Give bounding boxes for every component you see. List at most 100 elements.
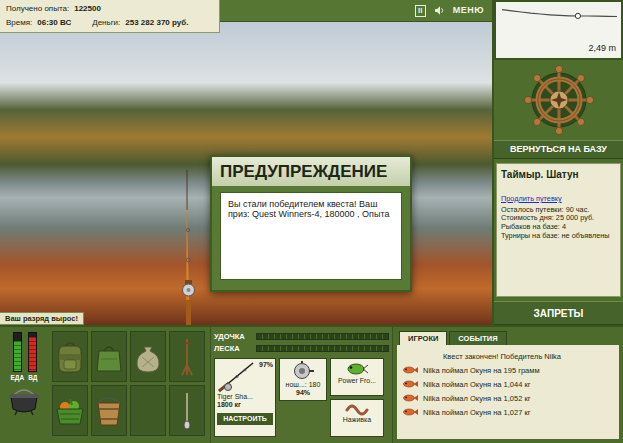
inventory-slot[interactable] [130, 385, 166, 436]
chat-tab[interactable]: СОБЫТИЯ [449, 331, 506, 345]
base-info: Таймыр. ШатунПродлить путевкуОсталось пу… [496, 163, 621, 297]
lure-name: Power Fro... [338, 377, 376, 385]
money-value: 253 282 370 руб. [125, 18, 188, 28]
inventory-slot[interactable] [91, 331, 127, 382]
chat-message: Nilka поймал Окуня на 1,044 кг [403, 377, 613, 391]
bag-icon[interactable] [94, 341, 124, 373]
rod-stand-icon[interactable] [172, 337, 202, 377]
rod-name: Tiger Sha... [217, 393, 273, 401]
bait-slot[interactable]: Наживка [330, 399, 384, 437]
experience-label: Получено опыта: [6, 4, 69, 14]
need-fill [29, 337, 36, 371]
reel-icon[interactable] [290, 361, 316, 381]
fish-icon [403, 380, 418, 388]
tension-label: ЛЕСКА [214, 344, 252, 353]
money-label: Деньги: [92, 18, 120, 28]
spinner-icon[interactable] [180, 391, 194, 431]
side-panel: 2,49 m ВЕРНУТЬСЯ НА БАЗУ Таймыр. ШатунПрод… [492, 0, 623, 325]
rod-wear: 97% [259, 361, 273, 369]
warning-dialog: ПРЕДУПРЕЖДЕНИЕ Вы стали победителем квест… [210, 155, 412, 292]
reel-wear: 94% [296, 389, 310, 397]
hud-experience-row: Получено опыта:122500 [6, 4, 213, 14]
depth-chart: 2,49 m [494, 0, 623, 60]
base-detail: Турниры на базе: не объявлены [501, 232, 616, 241]
bucket-icon[interactable] [94, 395, 124, 427]
needs-bars: ЕДАВД [11, 332, 38, 382]
dialog-message: Вы стали победителем квеста! Ваш приз: Q… [220, 192, 402, 280]
bans-button[interactable]: ЗАПРЕТЫ [494, 301, 623, 325]
need-fill [14, 341, 21, 371]
menu-button[interactable]: МЕНЮ [453, 5, 484, 16]
need-label: ЕДА [11, 374, 25, 382]
needs-panel: ЕДАВД [0, 327, 48, 443]
need-meter: ЕДА [11, 332, 25, 382]
sound-icon[interactable] [434, 5, 445, 16]
reel-slot[interactable]: нош...: 18094% [279, 358, 327, 401]
cauldron-icon[interactable] [7, 388, 41, 416]
inventory-grid [48, 327, 210, 443]
inventory-slot[interactable] [169, 385, 205, 436]
chat-message: Nilka поймал Окуня на 195 грамм [403, 363, 613, 377]
inventory-slot[interactable] [52, 331, 88, 382]
lake-photo: ПРЕДУПРЕЖДЕНИЕ Вы стали победителем квест… [0, 22, 492, 325]
inventory-slot[interactable] [52, 385, 88, 436]
sack-icon[interactable] [133, 341, 163, 373]
rod-preview: 97% [217, 361, 273, 393]
lure-slot[interactable]: Power Fro... [330, 358, 384, 396]
time-label: Время: [6, 18, 32, 28]
tension-track [256, 345, 389, 352]
chat-message: Квест закончен! Победитель Nilka [403, 349, 613, 363]
chat-text: Квест закончен! Победитель Nilka [443, 352, 561, 361]
lure-icon[interactable] [345, 361, 369, 377]
chat-text: Nilka поймал Окуня на 195 грамм [423, 366, 540, 375]
rod-icon[interactable] [217, 361, 255, 393]
time-value: 06:30 ВС [37, 18, 71, 28]
chat-text: Nilka поймал Окуня на 1,027 кг [423, 408, 530, 417]
tackle-panel: УДОЧКАЛЕСКА97%Tiger Sha...1800 кгНАСТРОИ… [210, 327, 393, 443]
chat-tab[interactable]: ИГРОКИ [399, 331, 447, 345]
tension-meter: ЛЕСКА [214, 342, 389, 354]
need-track [28, 332, 37, 372]
top-bar: Получено опыта:122500Время:06:30 ВСДеньг… [0, 0, 492, 22]
reel-column: нош...: 18094% [279, 358, 327, 437]
tackle-slots: 97%Tiger Sha...1800 кгНАСТРОИТЬнош...: 1… [214, 358, 389, 437]
pause-button[interactable]: II [415, 5, 426, 17]
rank-badge: Ваш разряд вырос! [0, 312, 84, 325]
need-label: ВД [28, 374, 37, 382]
tension-label: УДОЧКА [214, 332, 252, 341]
base-detail: Стоимость дня: 25 000 руб. [501, 214, 616, 223]
chat-tabs: ИГРОКИСОБЫТИЯ [393, 327, 623, 345]
base-detail: Осталось путевки: 90 час. [501, 206, 616, 215]
extend-permit-link[interactable]: Продлить путевку [501, 195, 616, 204]
fish-icon [403, 394, 418, 402]
backpack-icon[interactable] [55, 340, 85, 374]
chat-list: Квест закончен! Победитель Nilka Nilka по… [397, 345, 619, 439]
float-marker [575, 13, 580, 18]
food-basket-icon[interactable] [54, 395, 86, 427]
chat-message: Nilka поймал Окуня на 1,027 кг [403, 405, 613, 419]
hud-status-row: Время: 06:30 ВС Деньги: 253 282 370 руб. [6, 18, 213, 28]
rod-slot[interactable]: 97%Tiger Sha...1800 кгНАСТРОИТЬ [214, 358, 276, 437]
chat-text: Nilka поймал Окуня на 1,044 кг [423, 380, 530, 389]
need-track [13, 332, 22, 372]
chat-panel: ИГРОКИСОБЫТИЯКвест закончен! Победитель … [393, 327, 623, 443]
need-meter: ВД [28, 332, 37, 382]
lure-column: Power Fro... Наживка [330, 358, 384, 437]
chat-message: Nilka поймал Окуня на 1,052 кг [403, 391, 613, 405]
depth-reading: 2,49 m [498, 43, 619, 54]
worm-icon[interactable] [345, 402, 369, 416]
inventory-slot[interactable] [91, 385, 127, 436]
bait-name: Наживка [343, 416, 371, 424]
base-detail: Рыбаков на базе: 4 [501, 223, 616, 232]
setup-button[interactable]: НАСТРОИТЬ [217, 413, 273, 425]
fishing-rod-icon [176, 170, 200, 325]
tension-meter: УДОЧКА [214, 330, 389, 342]
scene-column: Получено опыта:122500 Время: 06:30 ВС Деньг… [0, 0, 492, 325]
fish-icon [403, 408, 418, 416]
dialog-title: ПРЕДУПРЕЖДЕНИЕ [212, 157, 410, 186]
helm-icon[interactable] [523, 64, 595, 136]
inventory-slot[interactable] [130, 331, 166, 382]
inventory-slot[interactable] [169, 331, 205, 382]
depth-line [502, 10, 617, 17]
return-to-base-button[interactable]: ВЕРНУТЬСЯ НА БАЗУ [494, 140, 623, 159]
